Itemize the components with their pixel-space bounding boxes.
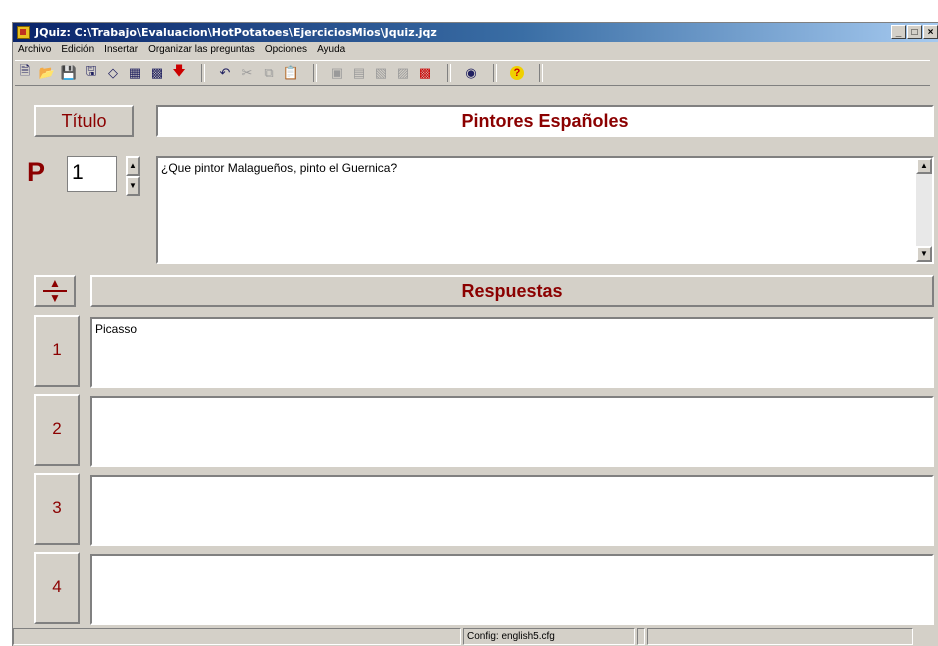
insert-media-icon[interactable]: ▨	[393, 63, 413, 83]
question-spinner: ▲ ▼	[126, 156, 140, 196]
insert-table-icon[interactable]: ▧	[371, 63, 391, 83]
scroll-up-icon[interactable]: ▲	[916, 158, 932, 174]
spinner-down-icon[interactable]: ▼	[126, 176, 140, 196]
answer-1-button[interactable]: 1	[34, 315, 80, 387]
jquiz-window: JQuiz: C:\Trabajo\Evaluacion\HotPotatoes…	[12, 22, 938, 646]
window-title: JQuiz: C:\Trabajo\Evaluacion\HotPotatoes…	[35, 26, 437, 39]
insert-link-icon[interactable]: ▤	[349, 63, 369, 83]
minimize-button[interactable]: _	[891, 25, 906, 39]
clear-icon[interactable]: ◇	[103, 63, 123, 83]
question-textarea[interactable]: ¿Que pintor Malagueños, pinto el Guernic…	[156, 156, 934, 264]
status-panel-4	[647, 628, 913, 645]
scroll-down-icon[interactable]: ▼	[916, 246, 932, 262]
spinner-up-icon[interactable]: ▲	[126, 156, 140, 176]
reorder-answers-button[interactable]: ▲ ▼	[34, 275, 76, 307]
status-config: Config: english5.cfg	[463, 628, 635, 645]
question-prefix: P	[27, 157, 46, 187]
open-icon[interactable]: 📂	[37, 63, 57, 83]
arrow-up-icon: ▲	[49, 276, 61, 290]
web-page-2-icon[interactable]: ▩	[147, 63, 167, 83]
close-button[interactable]: ×	[923, 25, 938, 39]
toolbar-separator	[493, 64, 497, 82]
maximize-button[interactable]: □	[907, 25, 922, 39]
menu-organizar[interactable]: Organizar las preguntas	[143, 42, 260, 58]
toolbar-separator	[313, 64, 317, 82]
toolbar-separator	[447, 64, 451, 82]
status-bar: Config: english5.cfg	[13, 628, 938, 646]
down-arrow-icon[interactable]: 🡇	[169, 63, 189, 83]
new-icon[interactable]: 🗎	[15, 63, 35, 83]
toolbar-separator	[201, 64, 205, 82]
config-icon[interactable]: ◉	[461, 63, 481, 83]
answer-2-button[interactable]: 2	[34, 394, 80, 466]
status-panel-1	[13, 628, 461, 645]
insert-feedback-icon[interactable]: ▩	[415, 63, 435, 83]
menu-edicion[interactable]: Edición	[56, 42, 99, 58]
undo-icon[interactable]: ↶	[215, 63, 235, 83]
app-icon	[17, 26, 30, 39]
menu-ayuda[interactable]: Ayuda	[312, 42, 350, 58]
toolbar-separator	[539, 64, 543, 82]
title-bar: JQuiz: C:\Trabajo\Evaluacion\HotPotatoes…	[13, 23, 938, 42]
web-page-icon[interactable]: ▦	[125, 63, 145, 83]
cut-icon[interactable]: ✂	[237, 63, 257, 83]
question-scrollbar[interactable]: ▲ ▼	[916, 158, 932, 262]
save-icon[interactable]: 💾	[59, 63, 79, 83]
arrow-down-icon: ▼	[49, 291, 61, 305]
toolbar: 🗎 📂 💾 🖫 ◇ ▦ ▩ 🡇 ↶ ✂ ⧉ 📋 ▣ ▤ ▧ ▨ ▩ ◉ ?	[15, 60, 930, 86]
titulo-label: Título	[34, 105, 134, 137]
save-as-icon[interactable]: 🖫	[81, 63, 101, 83]
titulo-input[interactable]: Pintores Españoles	[156, 105, 934, 137]
answer-4-button[interactable]: 4	[34, 552, 80, 624]
answer-4-field[interactable]	[90, 554, 934, 625]
answer-3-field[interactable]	[90, 475, 934, 546]
answer-2-field[interactable]	[90, 396, 934, 467]
copy-icon[interactable]: ⧉	[259, 63, 279, 83]
menu-archivo[interactable]: Archivo	[13, 42, 56, 58]
question-number-field[interactable]: 1	[67, 156, 117, 192]
insert-picture-icon[interactable]: ▣	[327, 63, 347, 83]
question-text: ¿Que pintor Malagueños, pinto el Guernic…	[161, 161, 398, 175]
paste-icon[interactable]: 📋	[281, 63, 301, 83]
status-panel-3	[637, 628, 645, 645]
menu-bar: Archivo Edición Insertar Organizar las p…	[13, 42, 350, 58]
answer-1-field[interactable]: Picasso	[90, 317, 934, 388]
menu-insertar[interactable]: Insertar	[99, 42, 143, 58]
menu-opciones[interactable]: Opciones	[260, 42, 312, 58]
answer-3-button[interactable]: 3	[34, 473, 80, 545]
help-icon[interactable]: ?	[507, 63, 527, 83]
respuestas-header: Respuestas	[90, 275, 934, 307]
